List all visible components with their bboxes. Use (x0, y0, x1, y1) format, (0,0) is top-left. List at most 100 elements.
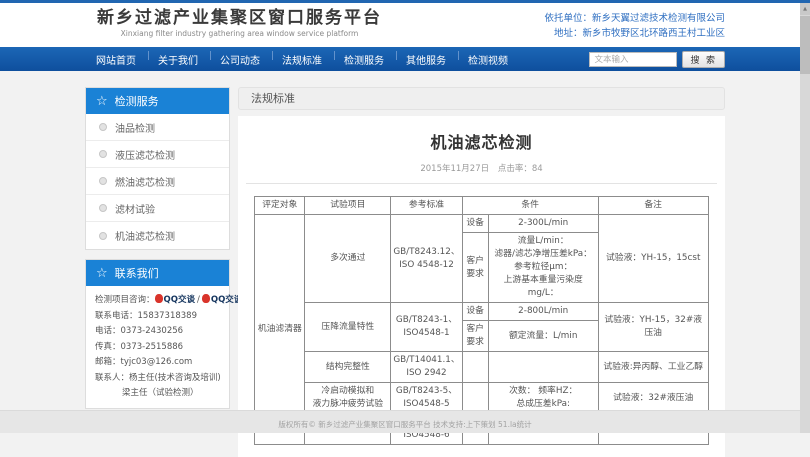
article-hits: 点击率：84 (498, 164, 543, 174)
qq-penguin-icon (155, 294, 163, 303)
nav-item-regulations[interactable]: 法规标准 (271, 52, 333, 67)
article-meta: 2015年11月27日 点击率：84 (246, 162, 717, 184)
services-panel-title: 检测服务 (115, 93, 159, 109)
col-header-project: 试验项目 (305, 197, 391, 215)
search-button[interactable]: 搜 索 (682, 51, 725, 68)
sidebar-item-label: 滤材试验 (115, 201, 155, 216)
article-title: 机油滤芯检测 (246, 129, 717, 153)
table-row: 压降流量特性 GB/T8243-1、 ISO4548-1 设备 2-800L/m… (255, 303, 708, 321)
cell-remark: 试验液：32#液压油 (598, 383, 708, 414)
site-header: 新乡过滤产业集聚区窗口服务平台 Xinxiang filter industry… (0, 3, 810, 47)
nav-item-home[interactable]: 网站首页 (85, 52, 147, 67)
contact-email: 邮箱：tyjc03@126.com (95, 355, 220, 371)
vertical-scrollbar[interactable]: ▲ (800, 3, 810, 433)
sidebar-item-label: 机油滤芯检测 (115, 228, 175, 243)
cell-cond-value: 2-300L/min (488, 215, 598, 233)
bullet-icon (99, 177, 107, 185)
bullet-icon (99, 232, 107, 240)
main-nav: 网站首页 关于我们 公司动态 法规标准 检测服务 其他服务 检测视频 搜 索 (0, 47, 810, 71)
sidebar-item-oil-testing[interactable]: 油品检测 (86, 114, 229, 141)
table-header-row: 评定对象 试验项目 参考标准 条件 备注 (255, 197, 708, 215)
copyright-text: 版权所有© 新乡过滤产业集聚区窗口服务平台 技术支持:上下策划 51.la统计 (0, 411, 810, 430)
qq-separator: / (195, 295, 202, 305)
article-date: 2015年11月27日 (420, 164, 489, 174)
cell-standard: GB/T8243-5、 ISO4548-5 (391, 383, 462, 414)
star-icon: ☆ (96, 267, 108, 280)
contact-body: 检测项目咨询：QQ交谈/QQ交谈 联系电话：15837318389 电话：037… (86, 286, 229, 408)
search-input[interactable] (589, 52, 677, 67)
col-header-remark: 备注 (598, 197, 708, 215)
contact-panel-header: ☆ 联系我们 (86, 260, 229, 286)
cell-standard: GB/T8243.12、 ISO 4548-12 (391, 215, 462, 303)
article: 机油滤芯检测 2015年11月27日 点击率：84 评定对象 试验项目 参考标准… (238, 116, 725, 457)
qq-penguin-icon (202, 294, 210, 303)
contact-person-1: 联系人：杨主任(技术咨询及培训) (95, 371, 220, 387)
services-panel-header: ☆ 检测服务 (86, 88, 229, 114)
star-icon: ☆ (96, 95, 108, 108)
cell-cond-value: 2-800L/min (488, 303, 598, 321)
nav-item-news[interactable]: 公司动态 (209, 52, 271, 67)
contact-qq-line: 检测项目咨询：QQ交谈/QQ交谈 (95, 293, 220, 309)
cell-project: 结构完整性 (305, 352, 391, 383)
sidebar-item-engine-oil-filter[interactable]: 机油滤芯检测 (86, 222, 229, 249)
contact-panel-title: 联系我们 (115, 265, 159, 281)
nav-item-other-services[interactable]: 其他服务 (395, 52, 457, 67)
contact-phone-office: 电话：0373-2430256 (95, 324, 220, 340)
table-row: 机油滤清器 多次通过 GB/T8243.12、 ISO 4548-12 设备 2… (255, 215, 708, 233)
contact-fax: 传真：0373-2515886 (95, 340, 220, 356)
contact-person-2: 梁主任（试验检测） (95, 386, 220, 402)
sidebar-item-filter-media[interactable]: 滤材试验 (86, 195, 229, 222)
nav-item-videos[interactable]: 检测视频 (457, 52, 519, 67)
nav-item-about[interactable]: 关于我们 (147, 52, 209, 67)
sidebar: ☆ 检测服务 油品检测 液压滤芯检测 燃油滤芯检测 滤材试验 机油滤芯检测 (85, 87, 230, 418)
test-standards-table: 评定对象 试验项目 参考标准 条件 备注 机油滤清器 多次通过 GB/T8243… (254, 196, 708, 445)
cell-cond-label: 客户 要求 (462, 233, 488, 303)
cell-project: 冷启动模拟和 液力脉冲疲劳试验 (305, 383, 391, 414)
cell-cond-value: 次数： 频率HZ： 总成压差kPa: (488, 383, 598, 414)
site-title-cn: 新乡过滤产业集聚区窗口服务平台 (97, 8, 382, 28)
cell-cond-label: 设备 (462, 303, 488, 321)
page-footer: 版权所有© 新乡过滤产业集聚区窗口服务平台 技术支持:上下策划 51.la统计 (0, 410, 810, 433)
cell-cond-value: 流量L/min： 滤器/滤芯净增压差kPa： 参考粒径μm： 上游基本重量污染度… (488, 233, 598, 303)
org-line-sponsor: 依托单位：新乡天翼过滤技术检测有限公司 (544, 11, 725, 26)
search-box: 搜 索 (589, 51, 725, 68)
cell-cond-label: 客户 要求 (462, 321, 488, 352)
cell-cond-label: 设备 (462, 215, 488, 233)
bullet-icon (99, 150, 107, 158)
cell-standard: GB/T8243-1、 ISO4548-1 (391, 303, 462, 352)
org-info: 依托单位：新乡天翼过滤技术检测有限公司 地址：新乡市牧野区北环路西王村工业区 (544, 8, 725, 41)
cell-project: 多次通过 (305, 215, 391, 303)
main-content: 法规标准 机油滤芯检测 2015年11月27日 点击率：84 评定对象 试验项目… (238, 87, 725, 457)
sidebar-item-hydraulic-filter[interactable]: 液压滤芯检测 (86, 141, 229, 168)
cell-remark: 试验液：YH-15，15cst (598, 215, 708, 303)
col-header-condition: 条件 (462, 197, 598, 215)
breadcrumb: 法规标准 (238, 87, 725, 110)
scrollbar-up-button[interactable]: ▲ (800, 3, 810, 15)
qq-chat-link-1[interactable]: QQ交谈 (164, 295, 195, 305)
cell-cond-value (488, 352, 598, 383)
nav-item-testing-services[interactable]: 检测服务 (333, 52, 395, 67)
scrollbar-thumb[interactable] (800, 16, 810, 74)
org-line-address: 地址：新乡市牧野区北环路西王村工业区 (544, 26, 725, 41)
sidebar-item-label: 液压滤芯检测 (115, 147, 175, 162)
cell-cond-value: 额定流量：L/min (488, 321, 598, 352)
sidebar-item-fuel-filter[interactable]: 燃油滤芯检测 (86, 168, 229, 195)
app: { "colors": { "nav_blue": "#10529f", "pa… (0, 0, 810, 433)
site-title: 新乡过滤产业集聚区窗口服务平台 Xinxiang filter industry… (85, 8, 382, 41)
table-row: 结构完整性 GB/T14041.1、 ISO 2942 试验液:异丙醇、工业乙醇 (255, 352, 708, 383)
services-panel: ☆ 检测服务 油品检测 液压滤芯检测 燃油滤芯检测 滤材试验 机油滤芯检测 (85, 87, 230, 250)
col-header-object: 评定对象 (255, 197, 305, 215)
cell-project: 压降流量特性 (305, 303, 391, 352)
table-row: 冷启动模拟和 液力脉冲疲劳试验 GB/T8243-5、 ISO4548-5 次数… (255, 383, 708, 414)
contact-panel: ☆ 联系我们 检测项目咨询：QQ交谈/QQ交谈 联系电话：15837318389… (85, 259, 230, 409)
contact-phone-mobile: 联系电话：15837318389 (95, 309, 220, 325)
site-title-en: Xinxiang filter industry gathering area … (97, 29, 382, 38)
sidebar-item-label: 燃油滤芯检测 (115, 174, 175, 189)
col-header-standard: 参考标准 (391, 197, 462, 215)
cell-remark: 试验液：YH-15，32#液压油 (598, 303, 708, 352)
contact-qq-prefix: 检测项目咨询： (95, 295, 155, 305)
cell-remark: 试验液:异丙醇、工业乙醇 (598, 352, 708, 383)
bullet-icon (99, 204, 107, 212)
cell-cond-label (462, 383, 488, 414)
cell-cond-label (462, 352, 488, 383)
